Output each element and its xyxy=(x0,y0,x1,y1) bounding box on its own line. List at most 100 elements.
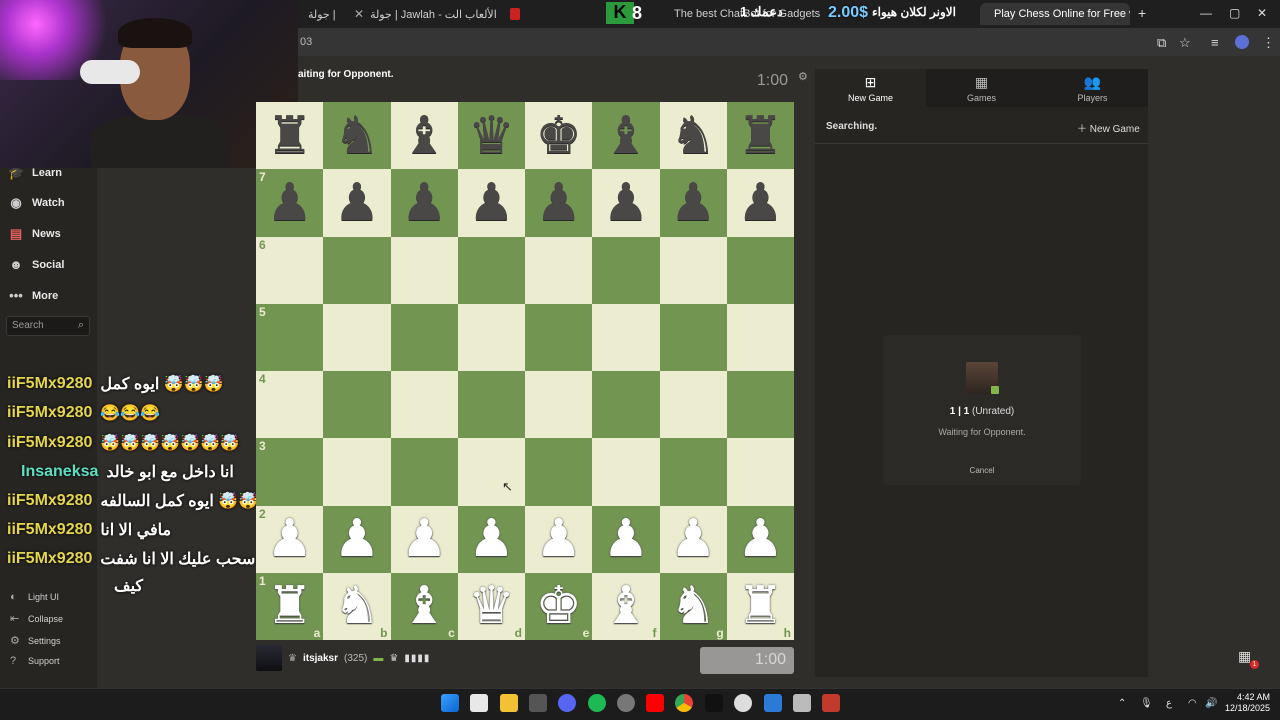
browser-tab[interactable]: جولة | xyxy=(300,3,340,25)
chess-piece[interactable]: ♜ xyxy=(737,110,784,162)
install-app-icon[interactable]: ⧉ xyxy=(1157,35,1166,51)
board-square[interactable] xyxy=(592,303,660,371)
chatgpt-icon[interactable] xyxy=(734,694,752,712)
chess-piece[interactable]: ♟ xyxy=(334,177,381,229)
tab-new-game[interactable]: ⊞ New Game xyxy=(815,69,926,107)
microphone-icon[interactable]: 🎙 xyxy=(1140,698,1153,709)
minimize-icon[interactable]: — xyxy=(1200,6,1212,20)
chess-piece[interactable]: ♟ xyxy=(535,177,582,229)
chess-piece[interactable]: ♟ xyxy=(334,513,381,565)
board-square[interactable]: ♚ xyxy=(525,102,593,170)
chess-piece[interactable]: ♛ xyxy=(468,580,515,632)
youtube-icon[interactable] xyxy=(646,694,664,712)
close-icon[interactable]: ✕ xyxy=(354,7,364,21)
app-icon[interactable] xyxy=(822,694,840,712)
chess-piece[interactable]: ♛ xyxy=(468,110,515,162)
board-square[interactable] xyxy=(659,303,727,371)
board-square[interactable] xyxy=(592,371,660,439)
board-square[interactable]: ♜ 1 a xyxy=(256,572,324,640)
chess-piece[interactable]: ♚ xyxy=(535,110,582,162)
chess-piece[interactable]: ♟ xyxy=(670,177,717,229)
board-square[interactable]: ♟ xyxy=(457,169,525,237)
board-square[interactable]: ♛ xyxy=(457,102,525,170)
board-square[interactable] xyxy=(525,236,593,304)
board-square[interactable]: ♞ xyxy=(659,102,727,170)
board-square[interactable]: ♝ xyxy=(390,102,458,170)
chess-piece[interactable]: ♟ xyxy=(401,177,448,229)
board-square[interactable]: ♟ xyxy=(525,169,593,237)
collapse-button[interactable]: ⇤ Collapse xyxy=(10,612,63,625)
settings-link[interactable]: ⚙ Settings xyxy=(10,634,61,647)
board-square[interactable]: ♟ xyxy=(659,169,727,237)
chess-piece[interactable]: ♜ xyxy=(737,580,784,632)
chrome-icon[interactable] xyxy=(675,694,693,712)
board-square[interactable] xyxy=(525,371,593,439)
tab-games[interactable]: ▦ Games xyxy=(926,69,1037,107)
chess-piece[interactable]: ♟ xyxy=(401,513,448,565)
board-square[interactable]: ♟ xyxy=(592,505,660,573)
chess-piece[interactable]: ♟ xyxy=(737,513,784,565)
chess-piece[interactable]: ♜ xyxy=(266,110,313,162)
board-square[interactable] xyxy=(659,438,727,506)
board-square[interactable] xyxy=(323,236,391,304)
board-settings-gear-icon[interactable]: ⚙ xyxy=(798,70,808,83)
board-square[interactable] xyxy=(592,236,660,304)
chess-piece[interactable]: ♝ xyxy=(603,110,650,162)
file-explorer-icon[interactable] xyxy=(500,694,518,712)
board-square[interactable]: ♜ h xyxy=(726,572,794,640)
player-name[interactable]: itsjaksr xyxy=(303,653,338,664)
nav-item-more[interactable]: ••• More xyxy=(8,288,58,303)
board-square[interactable]: ♜ xyxy=(726,102,794,170)
board-square[interactable]: 4 xyxy=(256,371,324,439)
chess-piece[interactable]: ♞ xyxy=(334,580,381,632)
board-square[interactable]: ♚ e xyxy=(525,572,593,640)
board-square[interactable]: ♛ d xyxy=(457,572,525,640)
browser-tab[interactable] xyxy=(502,3,528,25)
board-square[interactable] xyxy=(726,236,794,304)
board-square[interactable] xyxy=(457,371,525,439)
board-square[interactable]: ♝ xyxy=(592,102,660,170)
volume-icon[interactable]: 🔊 xyxy=(1205,698,1217,709)
app-icon[interactable] xyxy=(764,694,782,712)
new-tab-icon[interactable]: + xyxy=(1138,5,1146,21)
board-square[interactable]: ♟ 7 xyxy=(256,169,324,237)
board-square[interactable] xyxy=(726,371,794,439)
board-square[interactable]: ♟ 2 xyxy=(256,505,324,573)
nav-item-social[interactable]: ☻ Social xyxy=(8,257,64,272)
search-icon[interactable]: ⌕ xyxy=(78,319,84,332)
chess-piece[interactable]: ♜ xyxy=(266,580,313,632)
support-link[interactable]: ? Support xyxy=(10,655,60,667)
board-square[interactable] xyxy=(592,438,660,506)
board-square[interactable]: ♝ c xyxy=(390,572,458,640)
spotify-icon[interactable] xyxy=(588,694,606,712)
language-indicator[interactable]: ع xyxy=(1166,698,1172,709)
chess-piece[interactable]: ♞ xyxy=(670,110,717,162)
board-square[interactable]: 6 xyxy=(256,236,324,304)
chess-piece[interactable]: ♟ xyxy=(468,513,515,565)
menu-dots-icon[interactable]: ⋮ xyxy=(1262,35,1275,51)
chess-piece[interactable]: ♝ xyxy=(401,110,448,162)
cancel-button[interactable]: Cancel xyxy=(883,466,1081,475)
board-square[interactable]: ♟ xyxy=(390,169,458,237)
discord-icon[interactable] xyxy=(558,694,576,712)
browser-tab[interactable]: ✕ جولة | Jawlah - منصة الألعاب الت... xyxy=(340,3,500,25)
store-icon[interactable] xyxy=(470,694,488,712)
chevron-up-icon[interactable]: ⌃ xyxy=(1118,698,1126,709)
chess-piece[interactable]: ♝ xyxy=(401,580,448,632)
chess-piece[interactable]: ♟ xyxy=(266,513,313,565)
board-square[interactable]: ♞ g xyxy=(659,572,727,640)
board-square[interactable]: 3 xyxy=(256,438,324,506)
board-square[interactable]: ♞ xyxy=(323,102,391,170)
chess-piece[interactable]: ♟ xyxy=(737,177,784,229)
board-square[interactable]: ♟ xyxy=(525,505,593,573)
board-square[interactable] xyxy=(323,438,391,506)
windows-start-icon[interactable] xyxy=(441,694,459,712)
tiktok-icon[interactable] xyxy=(705,694,723,712)
board-square[interactable] xyxy=(726,303,794,371)
browser-tab-active[interactable]: Play Chess Online for Free with ✕ xyxy=(980,3,1130,25)
board-square[interactable] xyxy=(323,303,391,371)
nav-item-news[interactable]: ▤ News xyxy=(8,226,61,242)
board-square[interactable] xyxy=(525,303,593,371)
wifi-icon[interactable]: ◠ xyxy=(1188,698,1197,709)
board-square[interactable] xyxy=(390,236,458,304)
